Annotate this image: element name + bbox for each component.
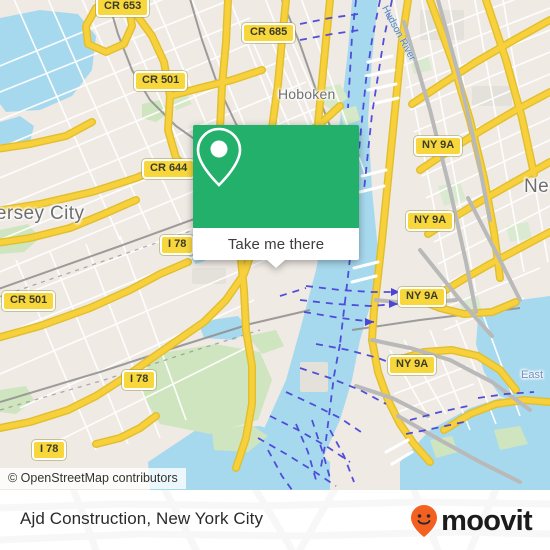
road-shield: I 78 xyxy=(160,235,195,255)
moovit-map-screenshot: Hoboken Jersey City Ne East Hudson River… xyxy=(0,0,550,550)
take-me-there-label: Take me there xyxy=(227,235,325,253)
moovit-wordmark: moovit xyxy=(441,504,533,537)
road-shield: CR 644 xyxy=(142,159,196,179)
popup-pointer xyxy=(267,260,285,268)
popup-cta-panel[interactable]: Take me there xyxy=(193,228,359,268)
map-canvas[interactable]: Hoboken Jersey City Ne East Hudson River… xyxy=(0,0,550,490)
road-shield: I 78 xyxy=(122,370,157,390)
moovit-pin-icon xyxy=(411,505,438,537)
road-shield: NY 9A xyxy=(388,355,437,375)
osm-attribution[interactable]: © OpenStreetMap contributors xyxy=(0,468,186,489)
road-shield: NY 9A xyxy=(406,211,455,231)
road-shield: CR 685 xyxy=(242,23,296,43)
road-shield: CR 653 xyxy=(96,0,150,17)
road-shield: CR 501 xyxy=(2,291,56,311)
road-shield: NY 9A xyxy=(398,287,447,307)
road-shield: I 78 xyxy=(32,440,67,460)
location-popup-card[interactable]: Take me there xyxy=(193,125,359,268)
footer-bar: Ajd Construction, New York City moovit xyxy=(0,490,550,550)
road-shield: CR 501 xyxy=(134,71,188,91)
popup-icon-panel xyxy=(193,125,359,228)
map-pin-icon xyxy=(196,127,242,187)
place-title: Ajd Construction, New York City xyxy=(20,509,264,528)
moovit-logo[interactable]: moovit xyxy=(409,504,533,538)
road-shield: NY 9A xyxy=(414,136,463,156)
